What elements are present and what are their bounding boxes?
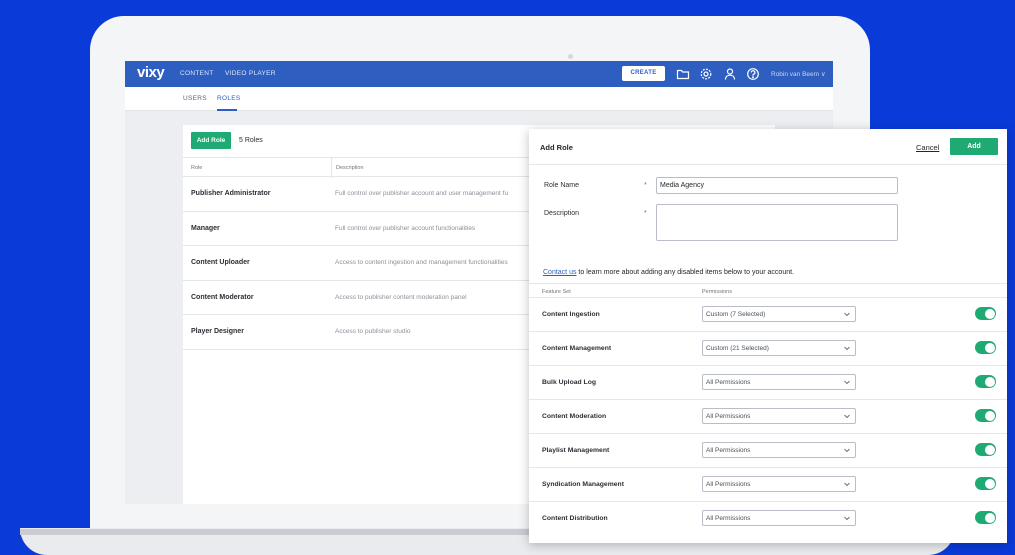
permission-value: All Permissions [706,413,751,420]
chevron-down-icon [844,346,850,351]
toggle-knob [984,444,995,455]
permission-value: Custom (7 Selected) [706,311,766,318]
chevron-down-icon [844,380,850,385]
required-mark: * [644,182,647,189]
chevron-down-icon [844,448,850,453]
feature-name: Bulk Upload Log [542,379,596,386]
feature-toggle[interactable] [975,511,996,524]
feature-name: Content Distribution [542,515,608,522]
add-role-panel: Add Role Cancel Add Role Name * Media Ag… [529,129,1007,543]
chevron-down-icon [844,482,850,487]
feature-row: Playlist Management All Permissions [529,433,1007,467]
permission-select[interactable]: All Permissions [702,408,856,424]
role-description: Access to content ingestion and manageme… [335,259,508,266]
role-name: Content Uploader [191,259,250,266]
feature-toggle[interactable] [975,443,996,456]
add-button[interactable]: Add [950,138,998,155]
role-description: Full control over publisher account and … [335,190,509,197]
help-icon[interactable] [746,67,760,81]
top-navigation-bar: vixy CONTENT VIDEO PLAYER CREATE Robin v… [125,61,833,87]
permission-value: All Permissions [706,447,751,454]
feature-name: Content Management [542,345,612,352]
panel-title: Add Role [540,143,573,152]
role-name: Player Designer [191,328,244,335]
roles-count: 5 Roles [239,137,263,144]
vixy-logo[interactable]: vixy [137,64,165,81]
feature-row: Content Management Custom (21 Selected) [529,331,1007,365]
permission-select[interactable]: All Permissions [702,442,856,458]
description-label: Description [544,210,580,217]
role-name: Content Moderator [191,293,254,301]
contact-note: Contact us to learn more about adding an… [543,269,794,276]
tab-users[interactable]: USERS [183,95,207,102]
nav-content[interactable]: CONTENT [180,70,214,77]
add-role-button[interactable]: Add Role [191,132,231,149]
user-icon[interactable] [723,67,737,81]
feature-row: Bulk Upload Log All Permissions [529,365,1007,399]
folder-icon[interactable] [676,67,690,81]
toggle-knob [984,478,995,489]
toggle-knob [984,342,995,353]
camera-dot [568,54,573,59]
divider [529,164,1007,165]
chevron-down-icon [844,516,850,521]
feature-name: Syndication Management [542,481,624,488]
chevron-down-icon [844,414,850,419]
permission-value: All Permissions [706,379,751,386]
sub-navigation: USERS ROLES [125,87,833,111]
permission-select[interactable]: Custom (7 Selected) [702,306,856,322]
feature-toggle[interactable] [975,477,996,490]
required-mark: * [644,210,647,217]
role-description: Full control over publisher account func… [335,224,476,232]
role-name-label: Role Name [544,182,580,189]
role-name: Publisher Administrator [191,190,271,197]
column-header-permissions: Permissions [702,289,732,295]
active-tab-indicator [217,109,237,111]
column-header-description: Description [336,165,364,171]
tab-roles[interactable]: ROLES [217,95,241,102]
permission-select[interactable]: All Permissions [702,510,856,526]
feature-name: Playlist Management [542,447,610,454]
create-button[interactable]: CREATE [622,66,665,81]
user-menu[interactable]: Robin van Beem ∨ [771,70,826,78]
feature-toggle[interactable] [975,307,996,320]
column-header-feature-set: Feature Set [542,289,571,295]
description-textarea[interactable] [656,204,898,241]
feature-name: Content Ingestion [542,311,600,318]
toggle-knob [984,308,995,319]
column-header-role: Role [191,165,203,171]
permission-select[interactable]: All Permissions [702,476,856,492]
toggle-knob [984,512,995,523]
role-name: Manager [191,224,220,232]
feature-row: Content Moderation All Permissions [529,399,1007,433]
feature-name: Content Moderation [542,413,607,420]
toggle-knob [984,376,995,387]
column-divider [331,158,332,178]
permission-select[interactable]: Custom (21 Selected) [702,340,856,356]
chevron-down-icon [844,312,850,317]
feature-row: Content Distribution All Permissions [529,501,1007,535]
feature-row: Content Ingestion Custom (7 Selected) [529,297,1007,331]
feature-toggle[interactable] [975,341,996,354]
role-description: Access to publisher content moderation p… [335,293,467,301]
role-name-input[interactable]: Media Agency [656,177,898,194]
feature-toggle[interactable] [975,409,996,422]
feature-row: Syndication Management All Permissions [529,467,1007,501]
feature-toggle[interactable] [975,375,996,388]
gear-icon[interactable] [699,67,713,81]
permission-value: Custom (21 Selected) [706,345,769,352]
permission-value: All Permissions [706,515,751,522]
contact-us-link[interactable]: Contact us [543,269,576,276]
permissions-header: Feature Set Permissions [529,283,1007,297]
toggle-knob [984,410,995,421]
nav-video-player[interactable]: VIDEO PLAYER [225,70,276,77]
permission-select[interactable]: All Permissions [702,374,856,390]
permission-value: All Permissions [706,481,751,488]
cancel-link[interactable]: Cancel [916,143,939,152]
role-description: Access to publisher studio [335,328,411,335]
contact-note-text: to learn more about adding any disabled … [576,269,794,276]
